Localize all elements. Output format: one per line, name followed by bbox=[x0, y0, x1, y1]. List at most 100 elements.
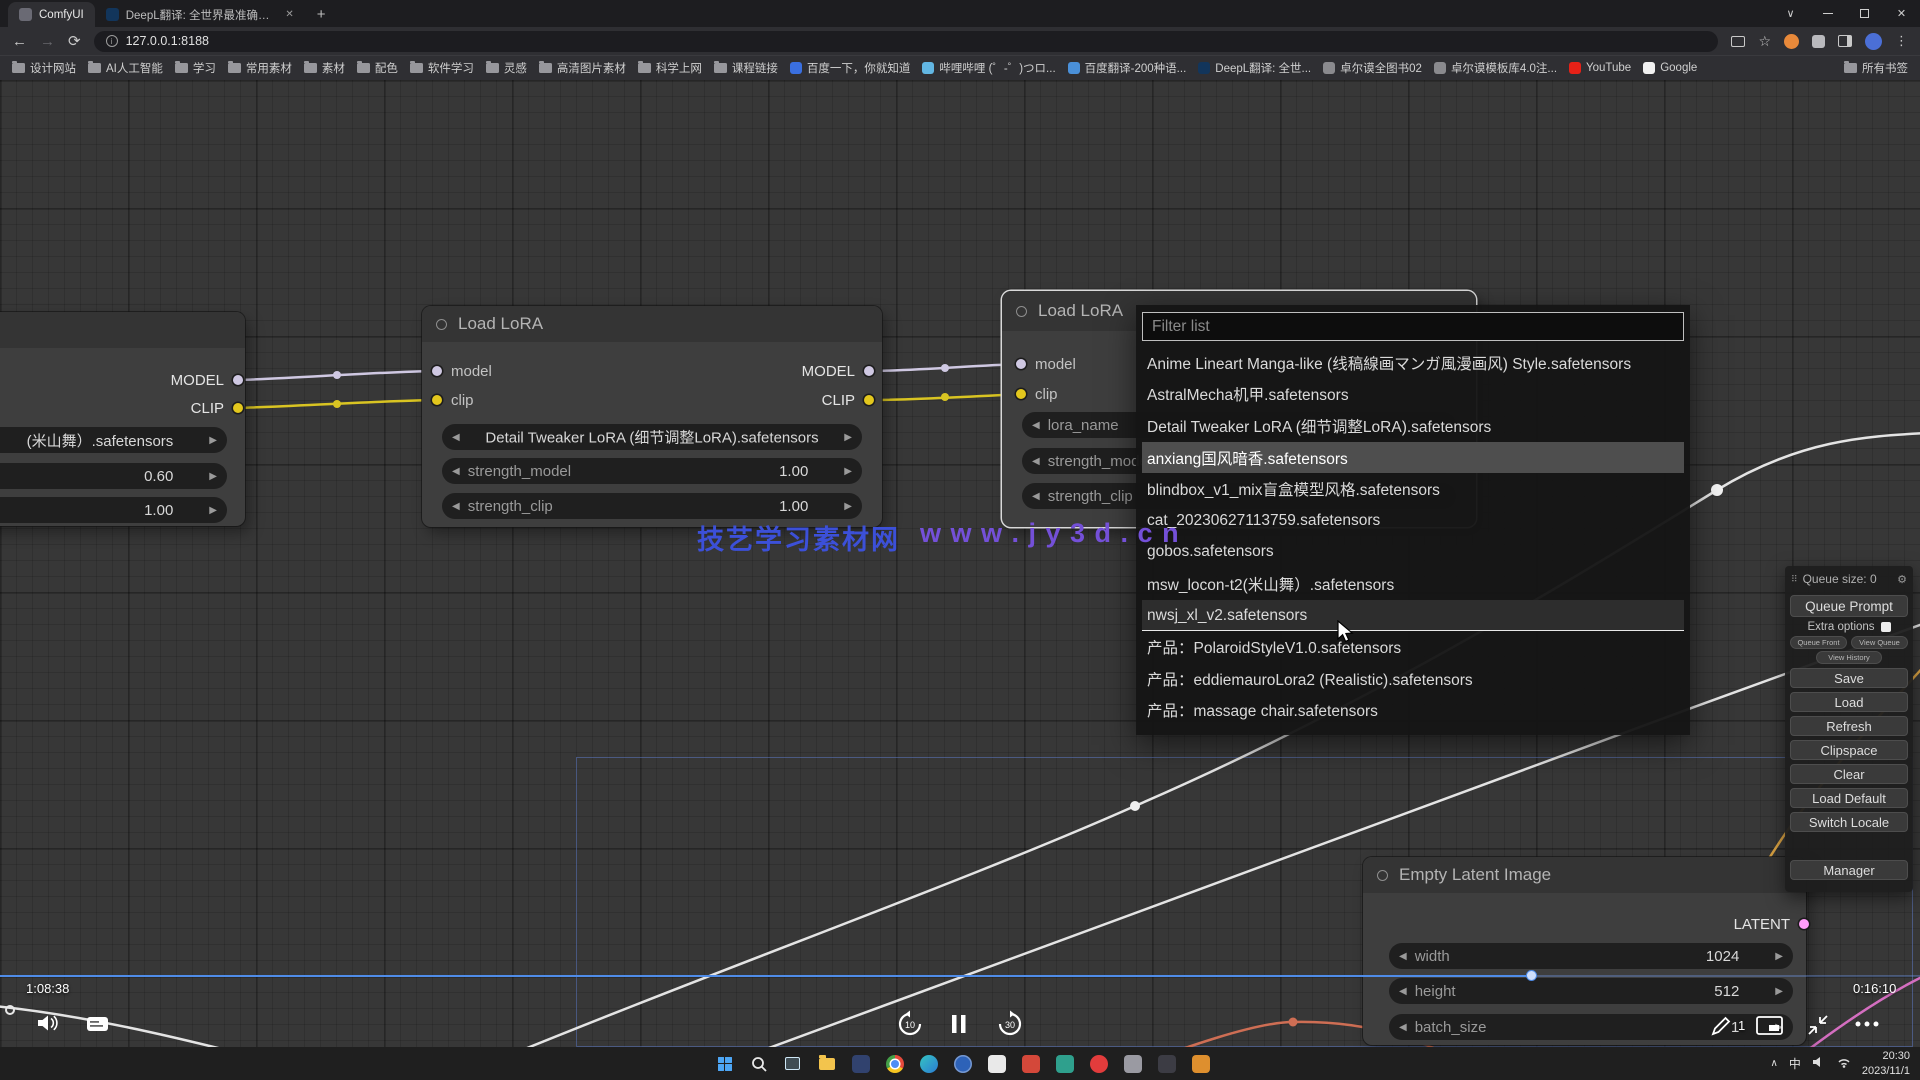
tab-comfyui[interactable]: ComfyUI bbox=[8, 2, 95, 27]
input-model[interactable]: model bbox=[1016, 354, 1076, 374]
taskbar-app-icon[interactable] bbox=[1052, 1051, 1077, 1076]
clip-port-icon[interactable] bbox=[233, 403, 243, 413]
lora-name-widget[interactable]: (米山舞）.safetensors▶ bbox=[0, 427, 227, 453]
collapse-icon[interactable] bbox=[436, 319, 447, 330]
tray-network-button[interactable] bbox=[1837, 1057, 1851, 1071]
model-port-icon[interactable] bbox=[1016, 359, 1026, 369]
prev-arrow-icon[interactable]: ◀ bbox=[1399, 1022, 1407, 1033]
ime-indicator[interactable]: 中 bbox=[1789, 1055, 1801, 1072]
output-model[interactable]: MODEL bbox=[171, 370, 243, 390]
clock[interactable]: 20:30 2023/11/1 bbox=[1862, 1049, 1910, 1078]
search-button[interactable] bbox=[746, 1051, 771, 1076]
prev-arrow-icon[interactable]: ◀ bbox=[1399, 986, 1407, 997]
tray-volume-button[interactable] bbox=[1812, 1056, 1826, 1071]
rewind-button[interactable]: 10 bbox=[896, 1010, 924, 1038]
lora-option[interactable]: gobos.safetensors bbox=[1142, 537, 1684, 569]
bookmark-folder[interactable]: AI人工智能 bbox=[88, 60, 163, 76]
lora-option[interactable]: Detail Tweaker LoRA (细节调整LoRA).safetenso… bbox=[1142, 410, 1684, 442]
lora-option[interactable]: msw_locon-t2(米山舞）.safetensors bbox=[1142, 568, 1684, 600]
next-arrow-icon[interactable]: ▶ bbox=[844, 501, 852, 512]
drag-handle-icon[interactable]: ⠿ bbox=[1791, 574, 1798, 585]
bookmark-star-icon[interactable]: ☆ bbox=[1758, 33, 1771, 50]
lora-option[interactable]: cat_20230627113759.safetensors bbox=[1142, 505, 1684, 537]
load-default-button[interactable]: Load Default bbox=[1790, 788, 1908, 808]
collapse-icon[interactable] bbox=[1016, 306, 1027, 317]
back-icon[interactable]: ← bbox=[12, 33, 27, 50]
model-port-icon[interactable] bbox=[432, 366, 442, 376]
taskbar-app-icon[interactable] bbox=[848, 1051, 873, 1076]
prev-arrow-icon[interactable]: ◀ bbox=[1399, 951, 1407, 962]
install-app-icon[interactable] bbox=[1731, 36, 1745, 47]
clip-port-icon[interactable] bbox=[432, 395, 442, 405]
annotate-button[interactable] bbox=[1710, 1015, 1732, 1037]
tray-chevron-icon[interactable]: ∧ bbox=[1771, 1058, 1778, 1069]
lora-option[interactable]: Anime Lineart Manga-like (线稿線画マンガ風漫画风) S… bbox=[1142, 347, 1684, 379]
extensions-puzzle-icon[interactable] bbox=[1812, 35, 1825, 48]
height-widget[interactable]: ◀height512▶ bbox=[1389, 978, 1793, 1004]
prev-arrow-icon[interactable]: ◀ bbox=[1032, 456, 1040, 467]
filter-input[interactable] bbox=[1142, 312, 1684, 341]
task-view-button[interactable] bbox=[780, 1051, 805, 1076]
prev-arrow-icon[interactable]: ◀ bbox=[452, 466, 460, 477]
strength-clip-widget[interactable]: ◀1.00▶ bbox=[0, 497, 227, 523]
player-progress-bar[interactable] bbox=[0, 975, 1920, 977]
clipspace-button[interactable]: Clipspace bbox=[1790, 740, 1908, 760]
output-clip[interactable]: CLIP bbox=[822, 390, 874, 410]
width-widget[interactable]: ◀width1024▶ bbox=[1389, 943, 1793, 969]
load-button[interactable]: Load bbox=[1790, 692, 1908, 712]
subtitle-button[interactable] bbox=[86, 1015, 110, 1033]
batch-size-widget[interactable]: ◀batch_size1▶ bbox=[1389, 1014, 1793, 1040]
model-port-icon[interactable] bbox=[864, 366, 874, 376]
lora-option[interactable]: 产品：PolaroidStyleV1.0.safetensors bbox=[1142, 631, 1684, 663]
bookmark-folder[interactable]: 配色 bbox=[357, 60, 398, 76]
bookmark-folder[interactable]: 学习 bbox=[175, 60, 216, 76]
collapse-icon[interactable] bbox=[1377, 870, 1388, 881]
next-arrow-icon[interactable]: ▶ bbox=[1775, 951, 1783, 962]
bookmark-deepl[interactable]: DeepL翻译: 全世... bbox=[1198, 60, 1311, 76]
node-empty-latent-image[interactable]: Empty Latent Image LATENT ◀width1024▶ ◀h… bbox=[1363, 857, 1806, 1045]
tab-close-icon[interactable]: ✕ bbox=[285, 9, 293, 20]
tab-deepl[interactable]: DeepL翻译: 全世界最准确的翻... ✕ bbox=[95, 2, 305, 27]
minimize-button[interactable] bbox=[1809, 0, 1846, 27]
file-explorer-button[interactable] bbox=[814, 1051, 839, 1076]
taskbar-app-icon[interactable] bbox=[1018, 1051, 1043, 1076]
menu-header[interactable]: ⠿ Queue size: 0 ⚙ bbox=[1790, 570, 1908, 591]
all-bookmarks-button[interactable]: 所有书签 bbox=[1844, 60, 1908, 76]
bookmark-folder[interactable]: 高清图片素材 bbox=[539, 60, 626, 76]
forward-button[interactable]: 30 bbox=[996, 1010, 1024, 1038]
start-button[interactable] bbox=[712, 1051, 737, 1076]
bookmark-folder[interactable]: 软件学习 bbox=[410, 60, 474, 76]
output-clip[interactable]: CLIP bbox=[191, 398, 243, 418]
taskbar-app-icon[interactable] bbox=[1154, 1051, 1179, 1076]
bookmark-baidu-translate[interactable]: 百度翻译-200种语... bbox=[1068, 60, 1187, 76]
strength-model-widget[interactable]: ◀strength_model1.00▶ bbox=[442, 458, 862, 484]
volume-button[interactable] bbox=[36, 1013, 60, 1033]
player-more-button[interactable] bbox=[1854, 1020, 1880, 1028]
prev-arrow-icon[interactable]: ◀ bbox=[452, 432, 460, 443]
input-model[interactable]: model bbox=[432, 361, 492, 381]
next-arrow-icon[interactable]: ▶ bbox=[1775, 986, 1783, 997]
model-port-icon[interactable] bbox=[233, 375, 243, 385]
bookmark-folder[interactable]: 常用素材 bbox=[228, 60, 292, 76]
prev-arrow-icon[interactable]: ◀ bbox=[1032, 491, 1040, 502]
taskbar-app-icon[interactable] bbox=[1188, 1051, 1213, 1076]
pip-button[interactable] bbox=[1756, 1016, 1783, 1036]
taskbar-app-icon[interactable] bbox=[950, 1051, 975, 1076]
edge-button[interactable] bbox=[916, 1051, 941, 1076]
taskbar-app-icon[interactable] bbox=[1086, 1051, 1111, 1076]
prev-arrow-icon[interactable]: ◀ bbox=[1032, 420, 1040, 431]
node-load-lora-left[interactable]: MODEL CLIP (米山舞）.safetensors▶ ◀0.60▶ ◀1.… bbox=[0, 312, 245, 526]
bookmark-bilibili[interactable]: 哔哩哔哩 (゜-゜)つロ... bbox=[922, 60, 1055, 76]
bookmark-folder[interactable]: 灵感 bbox=[486, 60, 527, 76]
profile-avatar[interactable] bbox=[1865, 33, 1882, 50]
forward-icon[interactable]: → bbox=[40, 33, 55, 50]
reload-icon[interactable]: ⟳ bbox=[68, 32, 81, 50]
strength-clip-widget[interactable]: ◀strength_clip1.00▶ bbox=[442, 493, 862, 519]
input-clip[interactable]: clip bbox=[1016, 384, 1058, 404]
new-tab-button[interactable]: + bbox=[305, 6, 338, 27]
lora-option-selected[interactable]: anxiang国风暗香.safetensors bbox=[1142, 442, 1684, 474]
lora-option[interactable]: 产品：eddiemauroLora2 (Realistic).safetenso… bbox=[1142, 663, 1684, 695]
next-arrow-icon[interactable]: ▶ bbox=[844, 432, 852, 443]
bookmark-folder[interactable]: 素材 bbox=[304, 60, 345, 76]
player-progress-handle[interactable] bbox=[1526, 970, 1537, 981]
